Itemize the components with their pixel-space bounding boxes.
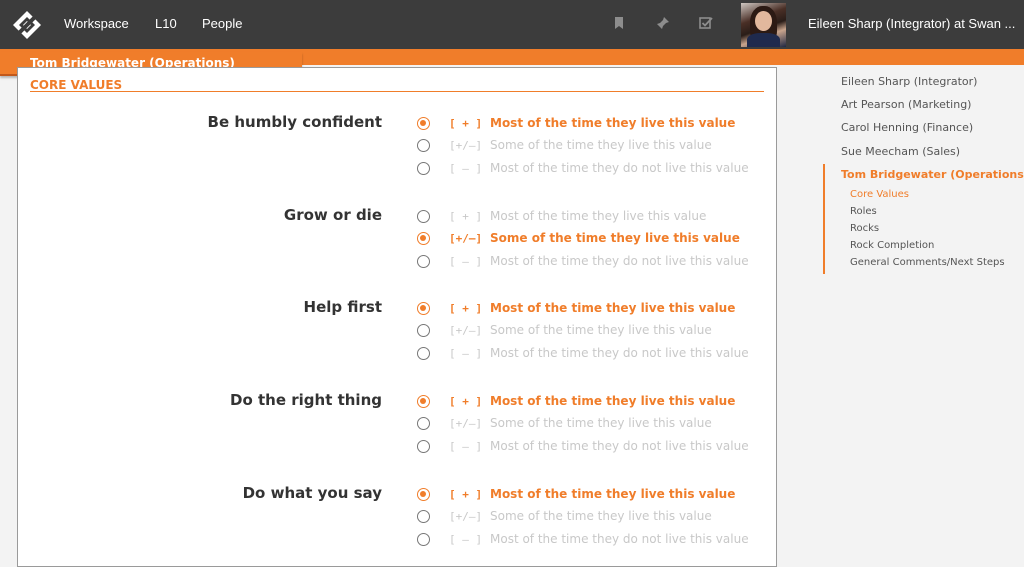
core-value-row: Do what you say [ + ] Most of the time the…	[18, 484, 778, 554]
checkbox-icon[interactable]	[699, 16, 713, 30]
rating-symbol: [ + ]	[449, 210, 483, 223]
rating-symbol: [ + ]	[449, 395, 483, 408]
rating-symbol: [ – ]	[449, 162, 483, 175]
rating-radio[interactable]	[417, 139, 430, 152]
rating-radio[interactable]	[417, 395, 430, 408]
rating-radio[interactable]	[417, 347, 430, 360]
rating-option[interactable]: [+/–] Some of the time they live this val…	[417, 230, 757, 250]
rating-radio[interactable]	[417, 117, 430, 130]
rating-symbol: [+/–]	[449, 510, 483, 523]
active-person-indicator	[823, 164, 825, 274]
core-value-row: Grow or die [ + ] Most of the time they li…	[18, 206, 778, 276]
rating-symbol: [ – ]	[449, 347, 483, 360]
core-value-name: Be humbly confident	[207, 113, 382, 131]
rating-option[interactable]: [ – ] Most of the time they do not live t…	[417, 531, 757, 551]
nav-workspace[interactable]: Workspace	[64, 16, 129, 31]
sidebar-person-link[interactable]: Art Pearson (Marketing)	[841, 98, 971, 111]
core-value-name: Do what you say	[242, 484, 382, 502]
core-value-name: Do the right thing	[230, 391, 382, 409]
sidebar-person-link[interactable]: Carol Henning (Finance)	[841, 121, 973, 134]
sidebar-section-link[interactable]: Core Values	[850, 189, 909, 200]
rating-label[interactable]: Some of the time they live this value	[490, 509, 712, 523]
sidebar-person-link[interactable]: Tom Bridgewater (Operations)	[841, 168, 1024, 181]
core-value-name: Help first	[303, 298, 382, 316]
rating-option[interactable]: [ – ] Most of the time they do not live t…	[417, 345, 757, 365]
user-menu-label[interactable]: Eileen Sharp (Integrator) at Swan ...	[808, 16, 1015, 31]
rating-label[interactable]: Most of the time they do not live this v…	[490, 346, 749, 360]
user-avatar[interactable]	[741, 3, 786, 47]
rating-option[interactable]: [+/–] Some of the time they live this val…	[417, 322, 757, 342]
sidebar-section-link[interactable]: General Comments/Next Steps	[850, 257, 1005, 268]
rating-label[interactable]: Most of the time they do not live this v…	[490, 254, 749, 268]
nav-people[interactable]: People	[202, 16, 242, 31]
rating-radio[interactable]	[417, 440, 430, 453]
eos-logo-icon[interactable]	[12, 10, 42, 40]
pin-icon[interactable]	[656, 16, 670, 30]
rating-symbol: [+/–]	[449, 232, 483, 245]
rating-label[interactable]: Most of the time they live this value	[490, 116, 735, 130]
rating-radio[interactable]	[417, 488, 430, 501]
sidebar-person-link[interactable]: Sue Meecham (Sales)	[841, 145, 960, 158]
rating-label[interactable]: Most of the time they do not live this v…	[490, 161, 749, 175]
rating-label[interactable]: Most of the time they live this value	[490, 487, 735, 501]
rating-option[interactable]: [+/–] Some of the time they live this val…	[417, 415, 757, 435]
rating-radio[interactable]	[417, 210, 430, 223]
rating-label[interactable]: Some of the time they live this value	[490, 138, 712, 152]
rating-option[interactable]: [+/–] Some of the time they live this val…	[417, 137, 757, 157]
rating-radio[interactable]	[417, 533, 430, 546]
section-title: CORE VALUES	[30, 78, 123, 92]
section-divider	[30, 91, 764, 92]
rating-radio[interactable]	[417, 255, 430, 268]
rating-label[interactable]: Most of the time they live this value	[490, 394, 735, 408]
rating-radio[interactable]	[417, 162, 430, 175]
sidebar-person-link[interactable]: Eileen Sharp (Integrator)	[841, 75, 977, 88]
rating-label[interactable]: Some of the time they live this value	[490, 323, 712, 337]
core-value-row: Help first [ + ] Most of the time they liv…	[18, 298, 778, 368]
rating-option[interactable]: [ – ] Most of the time they do not live t…	[417, 438, 757, 458]
rating-label[interactable]: Most of the time they live this value	[490, 209, 706, 223]
core-values-card: CORE VALUES Be humbly confident [ + ] Most…	[17, 67, 777, 567]
rating-option[interactable]: [ + ] Most of the time they live this val…	[417, 208, 757, 228]
rating-symbol: [ + ]	[449, 302, 483, 315]
core-value-name: Grow or die	[283, 206, 382, 224]
rating-radio[interactable]	[417, 302, 430, 315]
rating-option[interactable]: [+/–] Some of the time they live this val…	[417, 508, 757, 528]
rating-symbol: [ – ]	[449, 440, 483, 453]
rating-option[interactable]: [ + ] Most of the time they live this val…	[417, 486, 757, 506]
rating-radio[interactable]	[417, 324, 430, 337]
rating-symbol: [ – ]	[449, 255, 483, 268]
core-value-row: Be humbly confident [ + ] Most of the time…	[18, 113, 778, 183]
rating-label[interactable]: Most of the time they live this value	[490, 301, 735, 315]
sidebar-section-link[interactable]: Rocks	[850, 223, 879, 234]
rating-radio[interactable]	[417, 510, 430, 523]
rating-symbol: [ + ]	[449, 117, 483, 130]
rating-label[interactable]: Most of the time they do not live this v…	[490, 439, 749, 453]
rating-radio[interactable]	[417, 417, 430, 430]
rating-symbol: [+/–]	[449, 139, 483, 152]
rating-label[interactable]: Some of the time they live this value	[490, 231, 740, 245]
rating-option[interactable]: [ – ] Most of the time they do not live t…	[417, 253, 757, 273]
core-value-row: Do the right thing [ + ] Most of the time …	[18, 391, 778, 461]
rating-option[interactable]: [ + ] Most of the time they live this val…	[417, 393, 757, 413]
rating-label[interactable]: Most of the time they do not live this v…	[490, 532, 749, 546]
bookmark-icon[interactable]	[614, 17, 624, 30]
rating-option[interactable]: [ – ] Most of the time they do not live t…	[417, 160, 757, 180]
top-navbar: Workspace L10 People Eileen Sharp (Integ…	[0, 0, 1024, 49]
rating-label[interactable]: Some of the time they live this value	[490, 416, 712, 430]
rating-option[interactable]: [ + ] Most of the time they live this val…	[417, 300, 757, 320]
rating-option[interactable]: [ + ] Most of the time they live this val…	[417, 115, 757, 135]
sidebar-section-link[interactable]: Roles	[850, 206, 877, 217]
rating-symbol: [ + ]	[449, 488, 483, 501]
rating-radio[interactable]	[417, 232, 430, 245]
rating-symbol: [+/–]	[449, 324, 483, 337]
rating-symbol: [ – ]	[449, 533, 483, 546]
nav-l10[interactable]: L10	[155, 16, 177, 31]
rating-symbol: [+/–]	[449, 417, 483, 430]
sidebar-section-link[interactable]: Rock Completion	[850, 240, 934, 251]
